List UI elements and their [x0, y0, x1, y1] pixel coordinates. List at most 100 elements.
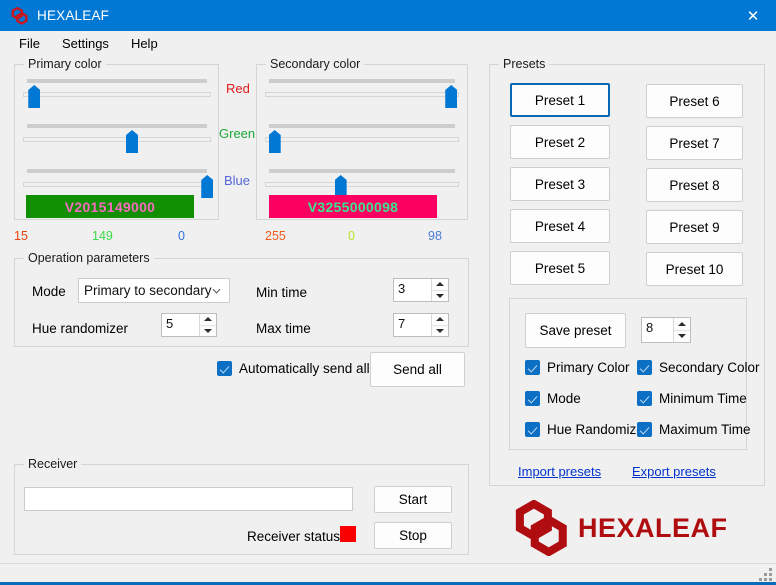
- slider-track: [265, 182, 459, 187]
- stepper-up-icon[interactable]: [200, 314, 216, 326]
- save-preset-label: Save preset: [539, 323, 612, 338]
- menu-item-file[interactable]: File: [8, 33, 51, 54]
- preset-8-label: Preset 8: [669, 177, 720, 193]
- menu-bar: File Settings Help: [0, 31, 776, 56]
- stop-button[interactable]: Stop: [374, 522, 452, 549]
- mode-label: Mode: [32, 284, 66, 299]
- checkbox-primary-color[interactable]: Primary Color: [525, 360, 630, 375]
- slider-thumb[interactable]: [268, 130, 281, 153]
- preset-3-label: Preset 3: [534, 176, 586, 192]
- primary-color-swatch: V2015149000: [26, 195, 194, 218]
- primary-color-legend: Primary color: [24, 57, 106, 71]
- start-label: Start: [398, 492, 428, 507]
- preset-2-button[interactable]: Preset 2: [510, 125, 610, 159]
- stepper-arrows[interactable]: [431, 314, 448, 336]
- primary-green-slider[interactable]: [23, 124, 211, 153]
- secondary-red-slider[interactable]: [265, 79, 459, 108]
- checkbox-minimum-time-label: Minimum Time: [659, 391, 747, 406]
- max-time-label: Max time: [256, 321, 311, 336]
- checkbox-mode[interactable]: Mode: [525, 391, 581, 406]
- receiver-legend: Receiver: [24, 457, 82, 471]
- primary-red-value: 15: [14, 229, 28, 243]
- preset-1-button[interactable]: Preset 1: [510, 83, 610, 117]
- stepper-down-icon[interactable]: [432, 290, 448, 301]
- slider-tickbar: [269, 124, 455, 128]
- preset-10-button[interactable]: Preset 10: [646, 252, 743, 286]
- preset-9-label: Preset 9: [669, 219, 720, 235]
- secondary-blue-slider[interactable]: [265, 169, 459, 198]
- stepper-up-icon[interactable]: [432, 314, 448, 326]
- secondary-red-value: 255: [265, 229, 286, 243]
- preset-8-button[interactable]: Preset 8: [646, 168, 743, 202]
- receiver-group: Receiver Start Stop Receiver status: [14, 457, 469, 555]
- save-slot-value[interactable]: 8: [642, 318, 673, 342]
- primary-blue-value: 0: [178, 229, 185, 243]
- hexaleaf-logo-icon: [11, 6, 28, 25]
- receiver-input[interactable]: [24, 487, 353, 511]
- preset-2-label: Preset 2: [534, 134, 586, 150]
- stepper-arrows[interactable]: [199, 314, 216, 336]
- preset-3-button[interactable]: Preset 3: [510, 167, 610, 201]
- preset-4-button[interactable]: Preset 4: [510, 209, 610, 243]
- slider-thumb[interactable]: [445, 85, 458, 108]
- min-time-stepper[interactable]: 3: [393, 278, 449, 302]
- stepper-down-icon[interactable]: [674, 330, 690, 342]
- max-time-stepper[interactable]: 7: [393, 313, 449, 337]
- resize-grip[interactable]: [759, 568, 772, 581]
- checkbox-check-icon: [525, 391, 540, 406]
- preset-4-label: Preset 4: [534, 218, 586, 234]
- menu-item-settings[interactable]: Settings: [51, 33, 120, 54]
- primary-blue-slider[interactable]: [23, 169, 214, 198]
- preset-1-label: Preset 1: [534, 92, 586, 108]
- min-time-value[interactable]: 3: [394, 279, 431, 301]
- hue-randomizer-stepper[interactable]: 5: [161, 313, 217, 337]
- max-time-value[interactable]: 7: [394, 314, 431, 336]
- mode-select[interactable]: Primary to secondary: [78, 278, 230, 303]
- slider-thumb[interactable]: [126, 130, 139, 153]
- checkbox-minimum-time[interactable]: Minimum Time: [637, 391, 747, 406]
- checkbox-check-icon: [525, 360, 540, 375]
- checkbox-secondary-color-label: Secondary Color: [659, 360, 760, 375]
- stepper-arrows[interactable]: [431, 279, 448, 301]
- preset-6-label: Preset 6: [669, 93, 720, 109]
- menu-item-help[interactable]: Help: [120, 33, 169, 54]
- send-all-button[interactable]: Send all: [370, 352, 465, 387]
- auto-send-all-checkbox[interactable]: Automatically send all: [217, 361, 370, 376]
- checkbox-check-icon: [525, 422, 540, 437]
- slider-thumb[interactable]: [201, 175, 214, 198]
- primary-green-value: 149: [92, 229, 113, 243]
- secondary-green-slider[interactable]: [265, 124, 459, 153]
- brand-name: HEXALEAF: [578, 512, 728, 543]
- primary-red-slider[interactable]: [23, 79, 211, 108]
- stepper-down-icon[interactable]: [432, 325, 448, 336]
- checkbox-hue-randomizer[interactable]: Hue Randomizer: [525, 422, 648, 437]
- chevron-down-icon: [212, 288, 221, 294]
- slider-thumb[interactable]: [28, 85, 41, 108]
- preset-5-button[interactable]: Preset 5: [510, 251, 610, 285]
- save-slot-stepper[interactable]: 8: [641, 317, 691, 343]
- preset-10-label: Preset 10: [665, 261, 724, 277]
- export-presets-link[interactable]: Export presets: [632, 464, 716, 479]
- start-button[interactable]: Start: [374, 486, 452, 513]
- preset-9-button[interactable]: Preset 9: [646, 210, 743, 244]
- min-time-label: Min time: [256, 285, 308, 300]
- checkbox-maximum-time[interactable]: Maximum Time: [637, 422, 751, 437]
- channel-label-blue: Blue: [224, 173, 251, 188]
- hue-randomizer-value[interactable]: 5: [162, 314, 199, 336]
- presets-group: Presets Preset 1 Preset 2 Preset 3 Prese…: [489, 57, 765, 486]
- close-icon[interactable]: ✕: [730, 0, 776, 31]
- preset-6-button[interactable]: Preset 6: [646, 84, 743, 118]
- stepper-down-icon[interactable]: [200, 325, 216, 336]
- preset-7-button[interactable]: Preset 7: [646, 126, 743, 160]
- stepper-up-icon[interactable]: [432, 279, 448, 291]
- stepper-arrows[interactable]: [673, 318, 690, 342]
- import-presets-link[interactable]: Import presets: [518, 464, 601, 479]
- save-preset-button[interactable]: Save preset: [525, 313, 626, 348]
- mode-select-value: Primary to secondary: [84, 283, 212, 298]
- window-title: HEXALEAF: [37, 8, 110, 23]
- checkbox-secondary-color[interactable]: Secondary Color: [637, 360, 760, 375]
- checkbox-check-icon: [217, 361, 232, 376]
- checkbox-maximum-time-label: Maximum Time: [659, 422, 751, 437]
- stepper-up-icon[interactable]: [674, 318, 690, 331]
- secondary-blue-value: 98: [428, 229, 442, 243]
